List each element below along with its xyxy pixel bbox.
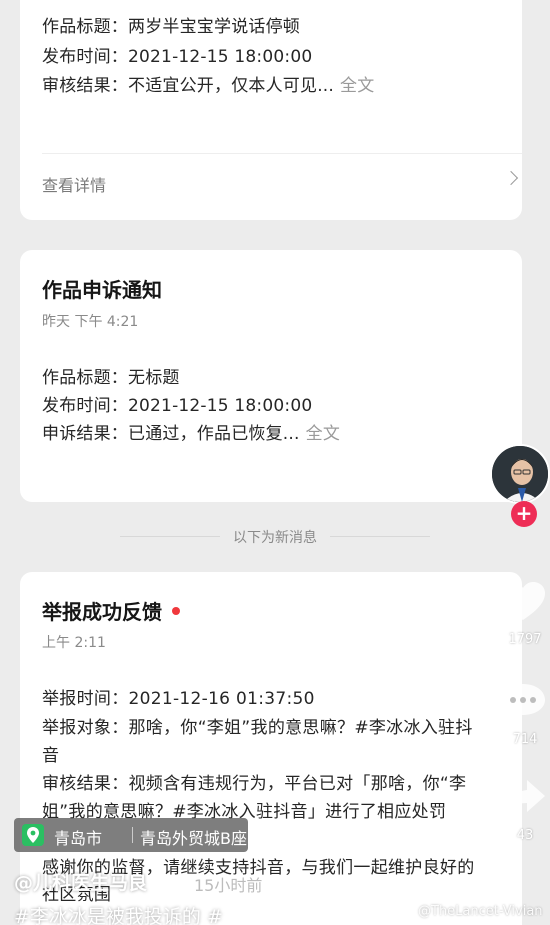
review-result-value: 不适宜公开，仅本人可见...	[128, 76, 335, 96]
card-timestamp: 上午 2:11	[42, 635, 106, 651]
work-title-label: 作品标题：	[42, 368, 128, 388]
video-caption[interactable]: #李冰冰是被我投诉的 #	[14, 902, 223, 925]
author-handle[interactable]: @儿科医生马良	[14, 868, 147, 895]
publish-time-value: 2021-12-15 18:00:00	[128, 47, 313, 67]
location-tag[interactable]: 青岛市 青岛外贸城B座	[14, 818, 248, 852]
heart-icon[interactable]	[497, 580, 549, 624]
publish-time-row: 发布时间：2021-12-15 18:00:00	[42, 393, 312, 419]
post-time-ago: 15小时前	[194, 876, 263, 895]
location-pin-icon	[22, 824, 44, 846]
weibo-watermark: @TheLancet-Vivian	[418, 904, 543, 919]
follow-plus-button[interactable]: +	[511, 501, 537, 527]
comment-icon[interactable]	[497, 680, 549, 724]
unread-dot-icon	[172, 607, 180, 615]
report-time: 举报时间：2021-12-16 01:37:50	[42, 689, 315, 709]
publish-time-label: 发布时间：	[42, 396, 128, 416]
appeal-result-row: 申诉结果：已通过，作品已恢复... 全文	[42, 421, 340, 447]
location-city: 青岛市	[54, 829, 103, 848]
view-details-link[interactable]: 查看详情	[42, 172, 106, 196]
appeal-result-value: 已通过，作品已恢复...	[128, 424, 300, 444]
review-notice-card[interactable]: 作品标题：两岁半宝宝学说话停顿 发布时间：2021-12-15 18:00:00…	[20, 0, 522, 220]
work-title-label: 作品标题：	[42, 17, 128, 37]
work-title-row: 作品标题：无标题	[42, 365, 180, 391]
full-text-link[interactable]: 全文	[306, 424, 340, 444]
publish-time-row: 发布时间：2021-12-15 18:00:00	[42, 44, 312, 70]
report-target-line1: 举报对象：那啥，你“李姐”我的意思嘛？#李冰冰入驻抖	[42, 718, 473, 738]
new-messages-label: 以下为新消息	[233, 530, 317, 546]
full-text-link[interactable]: 全文	[340, 76, 374, 96]
divider-line-right	[330, 536, 430, 537]
location-separator	[132, 827, 133, 843]
avatar-image	[492, 446, 548, 502]
location-place: 青岛外贸城B座	[140, 829, 247, 848]
card-title: 举报成功反馈	[42, 600, 162, 624]
appeal-result-label: 申诉结果：	[42, 424, 128, 444]
share-icon[interactable]	[497, 776, 549, 820]
work-title-value: 两岁半宝宝学说话停顿	[128, 17, 300, 37]
chevron-right-icon	[503, 170, 519, 186]
like-count: 1797	[508, 632, 542, 647]
appeal-notice-card[interactable]: 作品申诉通知 昨天 下午 4:21 作品标题：无标题 发布时间：2021-12-…	[20, 250, 522, 502]
card-title: 作品申诉通知	[42, 278, 162, 302]
author-avatar[interactable]	[490, 444, 550, 504]
work-title-row: 作品标题：两岁半宝宝学说话停顿	[42, 14, 300, 40]
review-result-label: 审核结果：	[42, 76, 128, 96]
work-title-value: 无标题	[128, 368, 180, 388]
new-messages-divider: 以下为新消息	[0, 526, 550, 548]
report-target-line2: 音	[42, 746, 60, 766]
publish-time-label: 发布时间：	[42, 47, 128, 67]
review-result-row: 审核结果：不适宜公开，仅本人可见... 全文	[42, 73, 374, 99]
comment-count: 714	[512, 732, 538, 747]
share-count: 43	[516, 828, 534, 843]
review-result-line1: 审核结果：视频含有违规行为，平台已对「那啥，你“李	[42, 774, 467, 794]
divider	[42, 153, 522, 154]
card-title-row: 举报成功反馈	[42, 596, 180, 625]
card-timestamp: 昨天 下午 4:21	[42, 314, 139, 330]
publish-time-value: 2021-12-15 18:00:00	[128, 396, 313, 416]
